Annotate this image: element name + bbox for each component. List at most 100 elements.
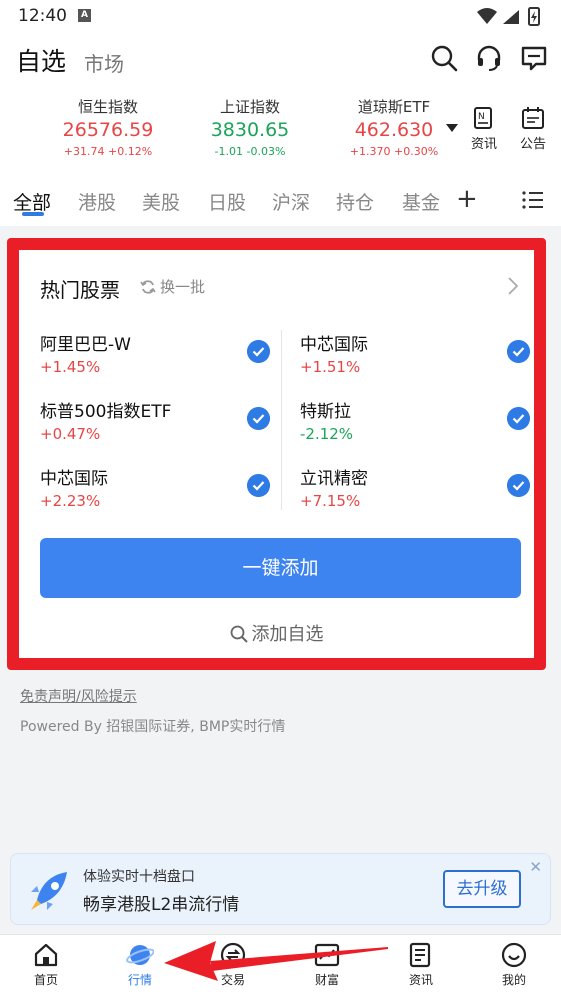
status-bar: 12:40 A — [0, 0, 561, 32]
planet-icon — [126, 945, 154, 965]
nav-label: 我的 — [501, 973, 526, 987]
index-sse[interactable]: 上证指数 3830.65 -1.01 -0.03% — [180, 96, 320, 158]
index-name: 上证指数 — [219, 98, 280, 116]
notification-icon: A — [78, 9, 91, 22]
add-watchlist-button[interactable]: 添加自选 — [20, 620, 533, 646]
index-strip: 恒生指数 26576.59 +31.74 +0.12% 上证指数 3830.65… — [0, 90, 561, 168]
tab-jp[interactable]: 日股 — [208, 188, 246, 215]
add-tab-icon[interactable]: + — [456, 186, 478, 212]
stock-item[interactable]: 中芯国际 +1.51% — [300, 330, 530, 390]
nav-home[interactable]: 首页 — [11, 941, 81, 988]
tab-all[interactable]: 全部 — [13, 188, 51, 215]
bottom-nav: 首页 行情 交易 财富 资讯 我的 — [0, 934, 561, 996]
stock-pct: +0.47% — [40, 425, 101, 443]
stock-name: 中芯国际 — [300, 335, 368, 355]
stock-item[interactable]: 阿里巴巴-W +1.45% — [40, 330, 270, 390]
stock-name: 阿里巴巴-W — [40, 335, 131, 355]
notice-button[interactable]: 公告 — [513, 106, 553, 152]
check-icon[interactable] — [247, 407, 270, 430]
tab-us[interactable]: 美股 — [142, 188, 180, 215]
index-dow-etf[interactable]: 道琼斯ETF 462.630 +1.370 +0.30% — [324, 96, 464, 158]
status-time: 12:40 — [18, 6, 67, 26]
tab-funds[interactable]: 基金 — [402, 188, 440, 215]
stock-item[interactable]: 中芯国际 +2.23% — [40, 464, 270, 524]
powered-by-text: Powered By 招银国际证券, BMP实时行情 — [20, 719, 286, 735]
stock-name: 中芯国际 — [40, 469, 108, 489]
chevron-right-icon[interactable] — [507, 276, 519, 296]
disclaimer-link[interactable]: 免责声明/风险提示 — [20, 686, 137, 706]
add-watchlist-label: 添加自选 — [251, 624, 324, 645]
newspaper-icon: N — [474, 107, 492, 129]
stock-pct: -2.12% — [300, 425, 354, 443]
refresh-label: 换一批 — [160, 278, 206, 296]
close-icon[interactable]: ✕ — [529, 858, 542, 876]
stock-pct: +1.45% — [40, 358, 101, 376]
nav-wealth[interactable]: 财富 — [292, 941, 362, 988]
calendar-icon — [522, 107, 544, 129]
nav-market[interactable]: 行情 — [105, 941, 175, 988]
nav-label: 交易 — [220, 973, 245, 987]
index-name: 恒生指数 — [77, 98, 138, 116]
stock-item[interactable]: 特斯拉 -2.12% — [300, 397, 530, 457]
category-tabs: 全部 港股 美股 日股 沪深 持仓 基金 + — [0, 168, 561, 226]
index-name: 道琼斯ETF — [357, 98, 431, 116]
tab-holdings[interactable]: 持仓 — [336, 188, 374, 215]
nav-trade[interactable]: 交易 — [198, 941, 268, 988]
tab-hk[interactable]: 港股 — [78, 188, 116, 215]
index-value: 3830.65 — [210, 119, 290, 141]
status-icons — [475, 6, 545, 26]
index-value: 26576.59 — [62, 119, 154, 141]
hot-stocks-card: 热门股票 换一批 阿里巴巴-W +1.45% 中芯国际 +1.51% 标普500… — [20, 250, 533, 658]
top-bar: 自选 市场 — [0, 32, 561, 90]
search-icon — [230, 625, 248, 643]
upgrade-banner: 体验实时十档盘口 畅享港股L2串流行情 去升级 ✕ — [10, 853, 551, 925]
index-pct: +0.12% — [108, 145, 153, 158]
hot-stocks-title: 热门股票 — [40, 278, 120, 302]
column-divider — [281, 330, 282, 510]
headset-icon[interactable] — [475, 44, 503, 72]
market-tab[interactable]: 市场 — [84, 48, 124, 77]
index-pct: +0.30% — [394, 145, 439, 158]
stock-item[interactable]: 标普500指数ETF +0.47% — [40, 397, 270, 457]
svg-text:N: N — [478, 112, 485, 122]
tab-a-share[interactable]: 沪深 — [272, 188, 310, 215]
trade-icon — [220, 942, 246, 968]
index-value: 462.630 — [354, 119, 434, 141]
wifi-signal-battery-icon — [477, 7, 540, 26]
stock-pct: +7.15% — [300, 492, 361, 510]
check-icon[interactable] — [507, 407, 530, 430]
search-icon[interactable] — [430, 44, 458, 72]
stock-pct: +1.51% — [300, 358, 361, 376]
refresh-button[interactable]: 换一批 — [140, 276, 205, 297]
message-icon[interactable] — [520, 44, 548, 72]
news-button[interactable]: N 资讯 — [464, 106, 504, 152]
list-menu-icon[interactable] — [522, 190, 544, 210]
stock-item[interactable]: 立讯精密 +7.15% — [300, 464, 530, 524]
index-hsi[interactable]: 恒生指数 26576.59 +31.74 +0.12% — [38, 96, 178, 158]
check-icon[interactable] — [247, 474, 270, 497]
check-icon[interactable] — [247, 340, 270, 363]
stock-name: 立讯精密 — [300, 469, 368, 489]
nav-label: 财富 — [314, 973, 339, 987]
home-icon — [34, 943, 58, 967]
index-dropdown-icon[interactable] — [446, 124, 458, 132]
smile-icon — [501, 942, 527, 968]
active-tab-indicator — [22, 212, 44, 216]
check-icon[interactable] — [507, 474, 530, 497]
index-change: +31.74 — [63, 145, 105, 158]
index-change: +1.370 — [349, 145, 391, 158]
nav-news[interactable]: 资讯 — [386, 941, 456, 988]
index-pct: -0.03% — [246, 145, 286, 158]
upgrade-button[interactable]: 去升级 — [443, 870, 521, 908]
stock-name: 特斯拉 — [300, 402, 351, 422]
nav-label: 资讯 — [408, 973, 433, 987]
check-icon[interactable] — [507, 340, 530, 363]
stock-pct: +2.23% — [40, 492, 101, 510]
page-title[interactable]: 自选 — [16, 42, 66, 78]
stock-name: 标普500指数ETF — [40, 402, 172, 422]
add-all-button[interactable]: 一键添加 — [40, 538, 521, 598]
refresh-icon — [140, 280, 156, 294]
notice-label: 公告 — [519, 137, 546, 152]
nav-me[interactable]: 我的 — [479, 941, 549, 988]
index-change: -1.01 — [214, 145, 244, 158]
